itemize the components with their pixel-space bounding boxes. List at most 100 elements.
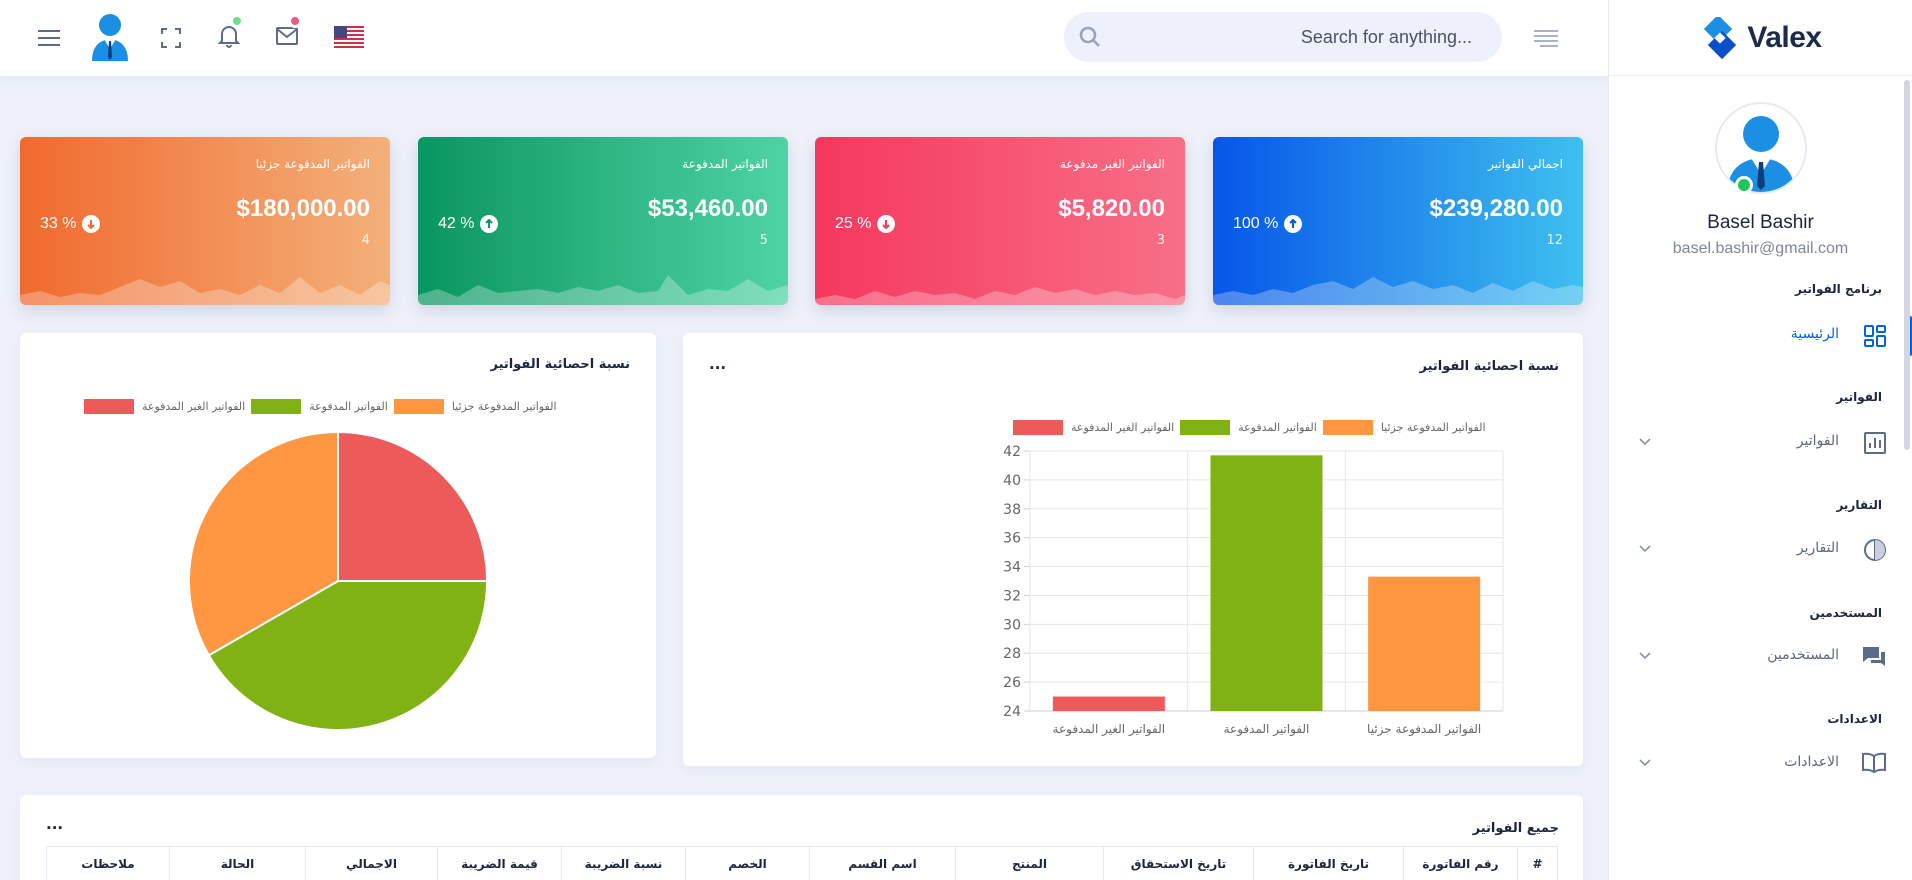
table-header-cell[interactable]: اسم القسم — [809, 847, 955, 880]
sparkline — [815, 287, 1185, 305]
sidebar-item-label: التقارير — [1796, 540, 1839, 556]
online-status-dot — [1735, 176, 1753, 194]
y-tick-label: 28 — [1003, 646, 1021, 662]
bar — [1052, 696, 1165, 711]
section-title-reports: التقارير — [1836, 498, 1882, 512]
percent-value: 100 % — [1233, 215, 1279, 232]
chat-icon — [1861, 645, 1887, 673]
panel-title: جميع الفواتير — [1472, 821, 1559, 836]
sidebar-item-settings[interactable]: الاعدادات — [1609, 742, 1912, 786]
book-icon — [1861, 752, 1887, 778]
legend-item[interactable]: الفواتير المدفوعة — [251, 399, 388, 414]
sidebar-item-label: الاعدادات — [1784, 754, 1839, 770]
card-count: 5 — [759, 233, 768, 248]
table-header-cell[interactable]: قيمة الضريبة — [437, 847, 561, 880]
sidebar-item-label: الفواتير — [1796, 433, 1839, 449]
sparkline — [418, 275, 788, 305]
table-header-cell[interactable]: رقم الفاتورة — [1403, 847, 1517, 880]
chevron-down-icon — [1639, 649, 1651, 663]
pie-chart-panel: نسبة احصائية الفواتير الفواتير الغير الم… — [20, 333, 656, 758]
valex-logo-icon — [1704, 16, 1737, 59]
table-header-cell[interactable]: الحالة — [169, 847, 305, 880]
sidebar-item-invoices[interactable]: الفواتير — [1609, 421, 1912, 465]
sidebar: Valex Basel Bashir basel.bashir@gmail.co… — [1608, 0, 1912, 880]
notification-badge — [230, 14, 244, 28]
panel-title: نسبة احصائية الفواتير — [490, 357, 630, 372]
chevron-down-icon — [1639, 435, 1651, 449]
search-input[interactable] — [1064, 12, 1502, 62]
legend-item[interactable]: الفواتير المدفوعة جزئيا — [393, 399, 557, 414]
card-percent: 100 % — [1233, 215, 1303, 233]
bar-chart-panel: نسبة احصائية الفواتير ... الفواتير الغير… — [683, 333, 1583, 766]
card-title: الفواتير المدفوعة جزئيا — [255, 157, 370, 171]
arrow-down-circle-icon — [82, 215, 101, 233]
table-header-cell[interactable]: تاريخ الاستحقاق — [1103, 847, 1253, 880]
card-partially-paid[interactable]: الفواتير المدفوعة جزئيا $180,000.00 4 33… — [20, 137, 390, 305]
brand-logo[interactable]: Valex — [1609, 0, 1912, 76]
table-header-cell[interactable]: الخصم — [685, 847, 809, 880]
sidebar-item-reports[interactable]: التقارير — [1609, 528, 1912, 572]
pie-slice — [337, 430, 489, 582]
pie-chart — [188, 430, 489, 731]
sidebar-item-home[interactable]: الرئيسية — [1609, 314, 1912, 358]
card-title: اجمالي الفواتير — [1488, 157, 1563, 171]
x-tick-label: الفواتير الغير المدفوعة — [1053, 722, 1166, 737]
y-tick-label: 32 — [1003, 588, 1021, 604]
panel-menu-dots[interactable]: ... — [46, 815, 63, 833]
section-title-invoices: الفواتير — [1836, 390, 1882, 404]
legend-item[interactable]: الفواتير الغير المدفوعة — [84, 399, 245, 414]
chart-icon — [1863, 431, 1887, 459]
profile-avatar[interactable] — [1715, 102, 1807, 194]
card-percent: 33 % — [40, 215, 101, 233]
table-header-cell[interactable]: # — [1517, 847, 1557, 880]
card-paid[interactable]: الفواتير المدفوعة $53,460.00 5 42 % — [418, 137, 788, 305]
legend-label: الفواتير الغير المدفوعة — [142, 400, 246, 413]
percent-value: 42 % — [438, 215, 475, 232]
table-header-cell[interactable]: المنتج — [955, 847, 1103, 880]
legend-swatch — [251, 399, 302, 414]
card-count: 4 — [361, 233, 370, 248]
percent-value: 33 % — [40, 215, 77, 232]
invoices-table-header: # رقم الفاتورة تاريخ الفاتورة تاريخ الاس… — [46, 846, 1558, 880]
card-amount: $53,460.00 — [647, 195, 768, 222]
align-right-menu-icon[interactable] — [1532, 26, 1560, 50]
y-tick-label: 26 — [1003, 675, 1021, 691]
y-tick-label: 36 — [1003, 531, 1021, 547]
sidebar-item-users[interactable]: المستخدمين — [1609, 635, 1912, 679]
hamburger-menu-icon[interactable] — [36, 25, 62, 51]
chevron-down-icon — [1639, 756, 1651, 770]
arrow-up-circle-icon — [480, 215, 499, 233]
arrow-down-circle-icon — [877, 215, 896, 233]
fullscreen-icon[interactable] — [158, 25, 184, 51]
table-header-cell[interactable]: تاريخ الفاتورة — [1253, 847, 1403, 880]
header-avatar[interactable] — [88, 10, 132, 62]
sparkline — [20, 277, 390, 305]
x-tick-label: الفواتير المدفوعة — [1224, 722, 1310, 737]
mail-badge — [288, 14, 302, 28]
search-bar[interactable] — [1064, 12, 1502, 62]
table-header-cell[interactable]: ملاحظات — [47, 847, 169, 880]
y-tick-label: 30 — [1003, 617, 1021, 633]
card-unpaid[interactable]: الفواتير الغير مدفوعة $5,820.00 3 25 % — [815, 137, 1185, 305]
table-header-cell[interactable]: الاجمالي — [305, 847, 437, 880]
table-header-cell[interactable]: نسبة الضريبة — [561, 847, 685, 880]
x-tick-label: الفواتير المدفوعة جزئيا — [1367, 722, 1481, 737]
top-header — [0, 0, 1608, 76]
legend-swatch — [393, 399, 444, 414]
user-name: Basel Bashir — [1707, 212, 1814, 233]
arrow-up-circle-icon — [1284, 215, 1303, 233]
legend-label: الفواتير المدفوعة جزئيا — [451, 400, 557, 413]
bar — [1368, 576, 1481, 711]
sidebar-item-label: الرئيسية — [1790, 326, 1839, 342]
card-percent: 42 % — [438, 215, 499, 233]
pie-legend: الفواتير الغير المدفوعة الفواتير المدفوع… — [84, 399, 557, 414]
card-title: الفواتير المدفوعة — [682, 157, 768, 171]
card-count: 12 — [1546, 233, 1563, 248]
pie-icon — [1863, 538, 1887, 566]
us-flag-icon[interactable] — [334, 26, 364, 48]
card-total[interactable]: اجمالي الفواتير $239,280.00 12 100 % — [1213, 137, 1583, 305]
sidebar-scrollbar[interactable] — [1904, 80, 1910, 450]
section-title-settings: الاعدادات — [1827, 712, 1882, 726]
y-tick-label: 34 — [1003, 560, 1021, 576]
percent-value: 25 % — [835, 215, 872, 232]
